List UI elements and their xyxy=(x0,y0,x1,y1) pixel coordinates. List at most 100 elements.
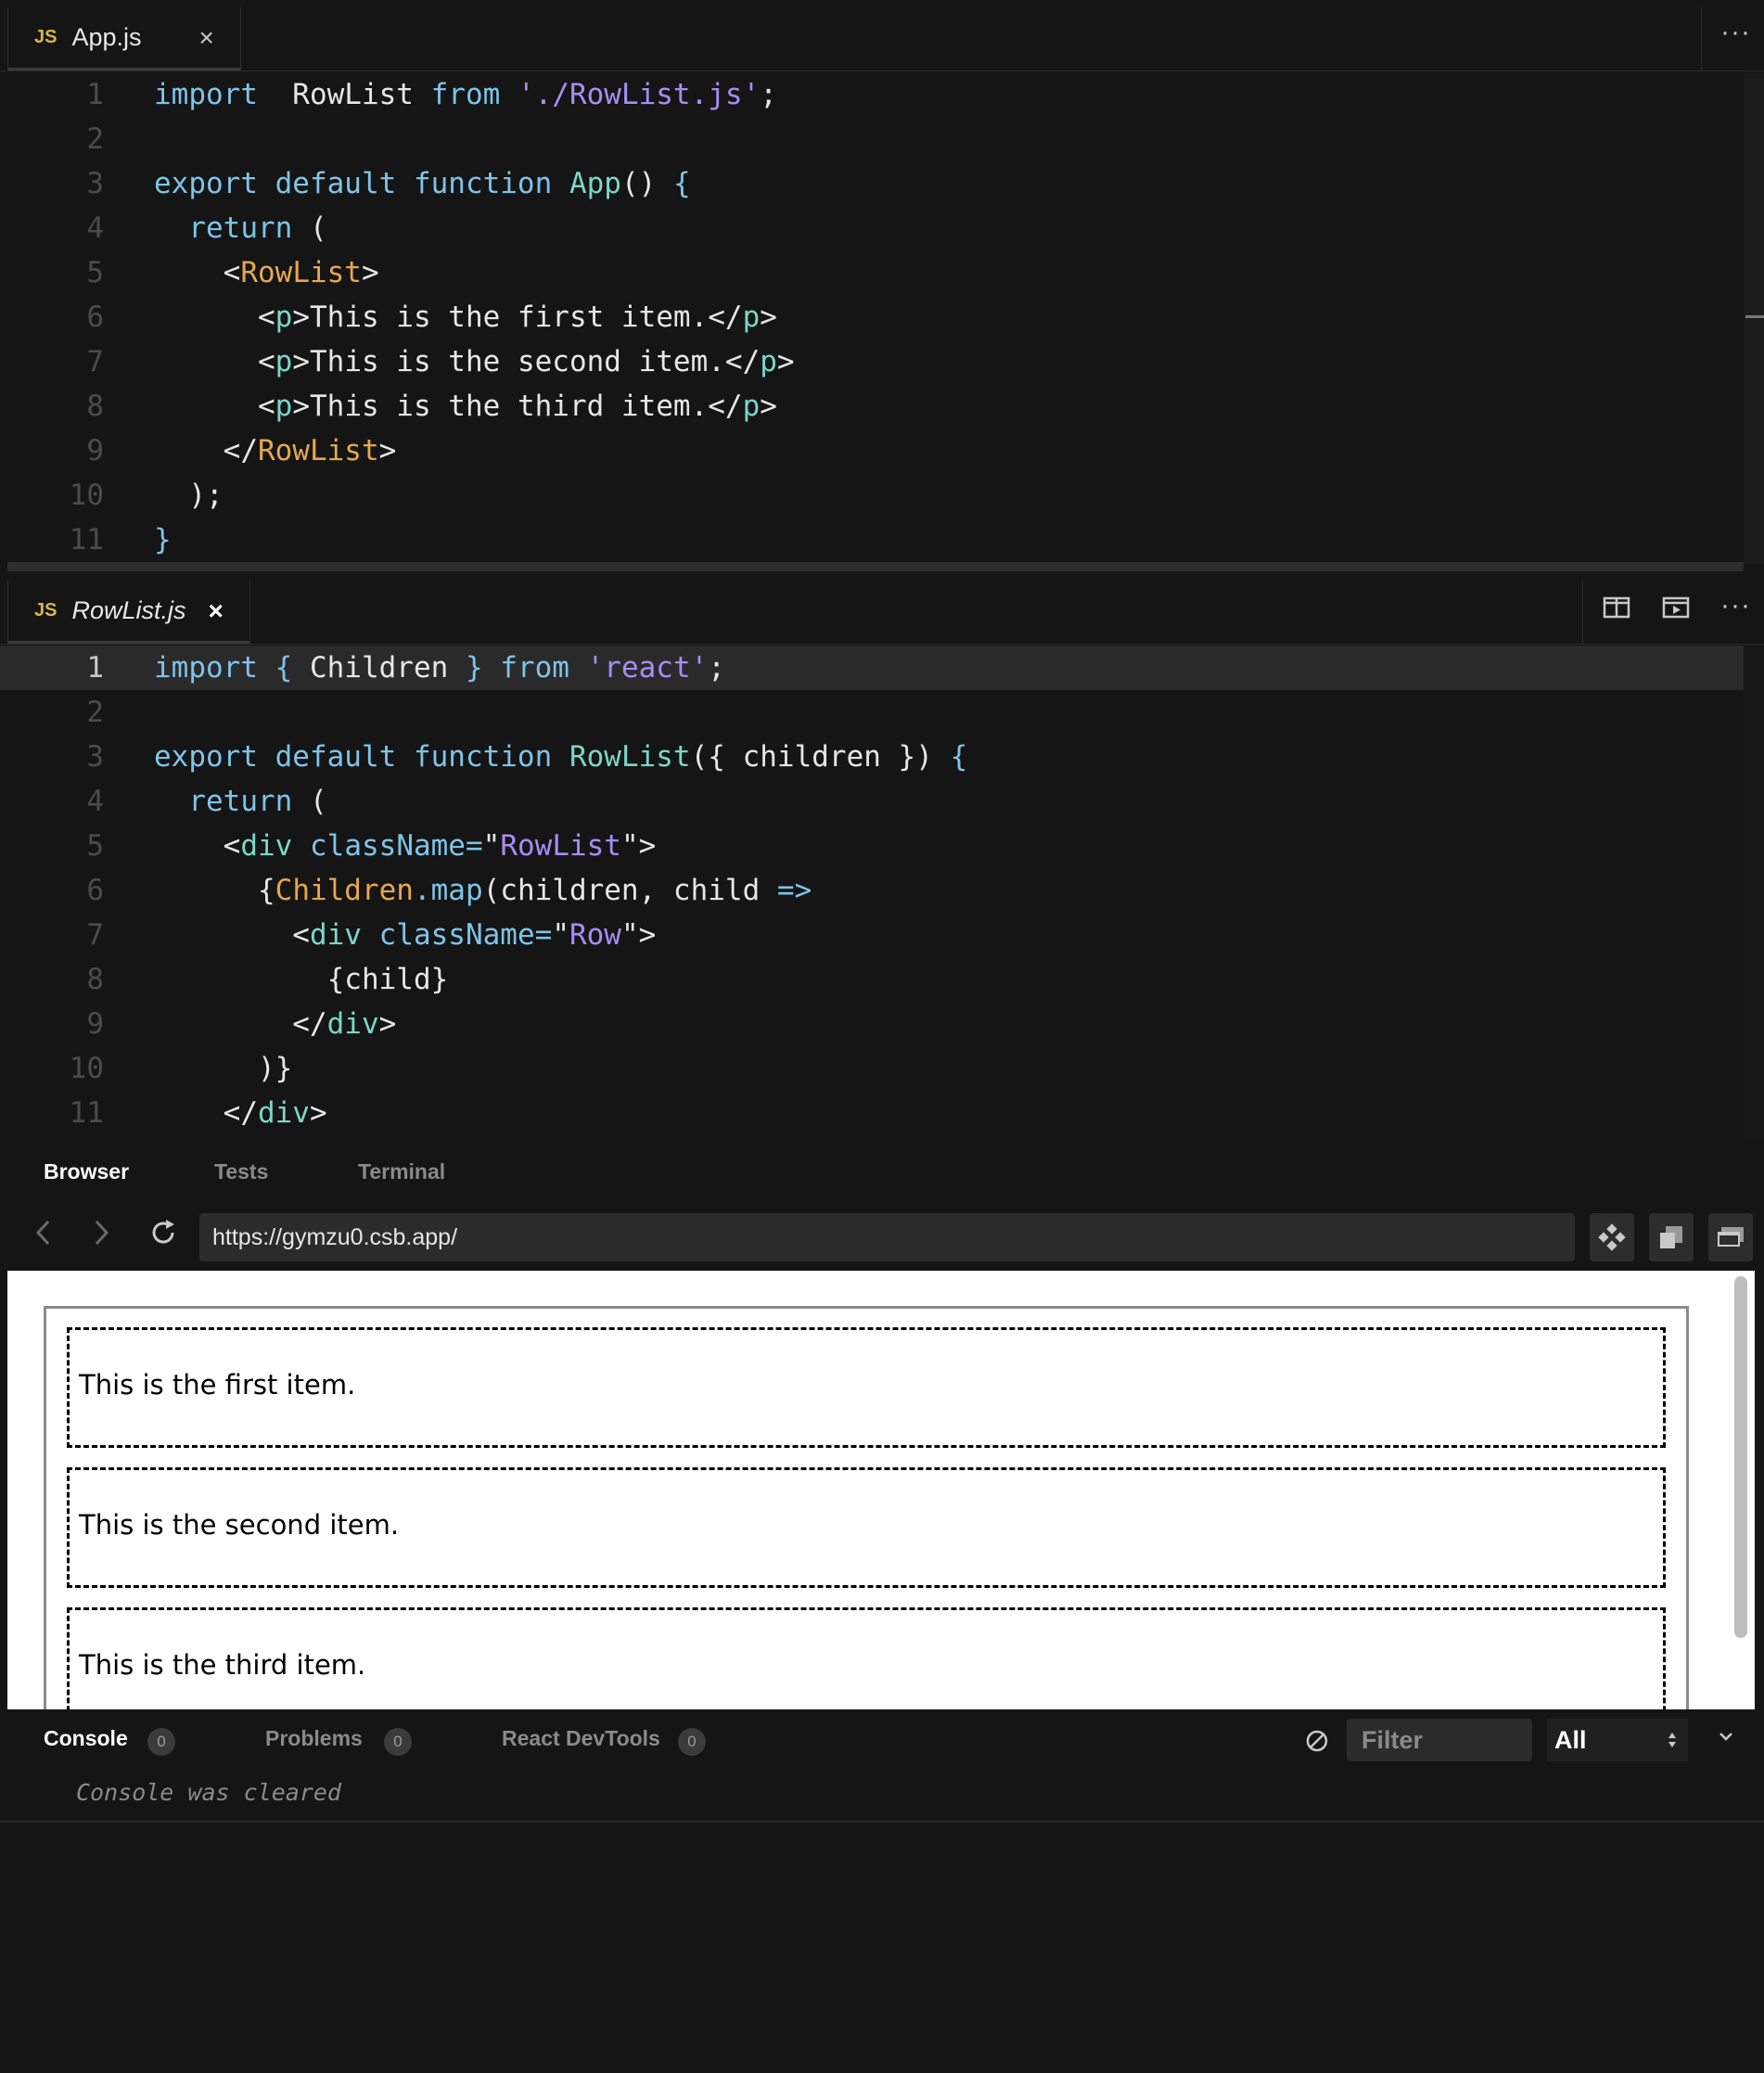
url-input[interactable]: https://gymzu0.csb.app/ xyxy=(199,1213,1575,1261)
line-text: export default function RowList({ childr… xyxy=(154,740,968,774)
tab-browser[interactable]: Browser xyxy=(44,1159,129,1184)
code-line[interactable]: 11 </div> xyxy=(0,1091,1744,1135)
code-line[interactable]: 11} xyxy=(0,518,1744,562)
rowlist-container: This is the first item. This is the seco… xyxy=(44,1306,1689,1709)
divider xyxy=(0,1821,1764,1823)
code-line[interactable]: 7 <p>This is the second item.</p> xyxy=(0,339,1744,384)
devtools-count-badge: 0 xyxy=(678,1728,706,1756)
line-number: 1 xyxy=(86,651,104,685)
line-text: <div className="Row"> xyxy=(154,918,657,952)
line-text: <p>This is the second item.</p> xyxy=(154,345,795,378)
tab-terminal[interactable]: Terminal xyxy=(358,1159,445,1184)
code-editor[interactable]: 1 import RowList from './RowList.js'; 2 3 ex… xyxy=(0,72,1744,564)
forward-icon[interactable] xyxy=(93,1217,111,1257)
line-text: import { Children } from 'react'; xyxy=(154,651,725,685)
code-line[interactable]: 6 {Children.map(children, child => xyxy=(0,868,1744,913)
code-line[interactable]: 2 xyxy=(0,117,1744,161)
chevron-down-icon[interactable] xyxy=(1718,1730,1734,1747)
code-line[interactable]: 8 {child} xyxy=(0,957,1744,1002)
back-icon[interactable] xyxy=(33,1217,52,1257)
filter-input[interactable]: Filter xyxy=(1347,1719,1532,1761)
browser-viewport[interactable]: This is the first item. This is the seco… xyxy=(7,1271,1755,1709)
line-number: 10 xyxy=(69,1052,104,1085)
code-line[interactable]: 5 <div className="RowList"> xyxy=(0,824,1744,868)
preview-tabs: Browser Tests Terminal xyxy=(0,1139,1764,1204)
row-text: This is the third item. xyxy=(79,1649,366,1681)
tab-label: App.js xyxy=(71,23,142,51)
more-icon[interactable]: ··· xyxy=(1720,17,1751,48)
refresh-icon[interactable] xyxy=(148,1217,178,1257)
console-message: Console was cleared xyxy=(76,1779,341,1806)
line-number: 9 xyxy=(86,1007,104,1041)
viewport-scrollbar[interactable] xyxy=(1734,1276,1747,1638)
tab-react-devtools[interactable]: React DevTools xyxy=(502,1726,660,1751)
problems-count-badge: 0 xyxy=(384,1728,412,1756)
tab-label: RowList.js xyxy=(71,596,186,624)
code-line[interactable]: 9 </div> xyxy=(0,1002,1744,1046)
row-item: This is the second item. xyxy=(67,1467,1666,1588)
select-arrows-icon xyxy=(1668,1733,1676,1747)
open-new-window-icon[interactable] xyxy=(1649,1213,1694,1261)
code-line[interactable]: 1 import RowList from './RowList.js'; xyxy=(0,72,1744,117)
line-number: 2 xyxy=(86,122,104,156)
tab-rowlist-js[interactable]: JS RowList.js × xyxy=(7,581,250,644)
editor-rowlist-js: JS RowList.js × ··· 1 import { Children }… xyxy=(0,573,1764,1139)
code-line[interactable]: 3 export default function App() { xyxy=(0,161,1744,206)
code-line[interactable]: 6 <p>This is the first item.</p> xyxy=(0,295,1744,339)
console-count-badge: 0 xyxy=(147,1728,175,1756)
line-number: 4 xyxy=(86,211,104,245)
editor-tabbar: JS App.js × ··· xyxy=(0,0,1764,71)
line-number: 3 xyxy=(86,740,104,774)
code-line[interactable]: 10 ); xyxy=(0,473,1744,518)
line-number: 5 xyxy=(86,256,104,289)
horizontal-scrollbar[interactable] xyxy=(7,562,1744,571)
line-number: 3 xyxy=(86,167,104,200)
line-number: 5 xyxy=(86,829,104,863)
line-number: 10 xyxy=(69,479,104,512)
split-editor-icon[interactable] xyxy=(1603,595,1630,627)
toggle-devtools-icon[interactable] xyxy=(1708,1213,1753,1261)
code-line[interactable]: 2 xyxy=(0,690,1744,735)
code-line[interactable]: 7 <div className="Row"> xyxy=(0,913,1744,957)
code-line[interactable]: 1 import { Children } from 'react'; xyxy=(0,646,1744,690)
code-line[interactable]: 3 export default function RowList({ child… xyxy=(0,735,1744,779)
line-number: 11 xyxy=(69,523,104,557)
log-level-value: All xyxy=(1554,1726,1587,1754)
vertical-scrollbar[interactable] xyxy=(1744,646,1764,1137)
line-text: </div> xyxy=(154,1007,397,1041)
log-level-select[interactable]: All xyxy=(1547,1719,1688,1761)
line-number: 7 xyxy=(86,918,104,952)
line-text: export default function App() { xyxy=(154,167,691,200)
editor-app-js: JS App.js × ··· 1 import RowList from './… xyxy=(0,0,1764,573)
line-text: {Children.map(children, child => xyxy=(154,874,812,907)
vertical-scrollbar[interactable] xyxy=(1744,72,1764,564)
codesandbox-icon[interactable] xyxy=(1590,1213,1634,1261)
console-tabs: Console 0 Problems 0 React DevTools 0 Fi… xyxy=(0,1709,1764,1770)
js-file-icon: JS xyxy=(34,600,58,621)
tab-tests[interactable]: Tests xyxy=(214,1159,268,1184)
line-text: <div className="RowList"> xyxy=(154,829,657,863)
line-text: </div> xyxy=(154,1096,327,1130)
code-line[interactable]: 9 </RowList> xyxy=(0,429,1744,473)
js-file-icon: JS xyxy=(34,27,58,47)
line-number: 11 xyxy=(69,1096,104,1130)
code-line[interactable]: 4 return ( xyxy=(0,206,1744,250)
clear-console-icon[interactable] xyxy=(1304,1728,1330,1759)
close-icon[interactable]: × xyxy=(199,23,214,53)
code-editor[interactable]: 1 import { Children } from 'react'; 2 3 expo… xyxy=(0,646,1744,1137)
line-number: 2 xyxy=(86,696,104,729)
tab-app-js[interactable]: JS App.js × xyxy=(7,7,241,70)
browser-navbar: https://gymzu0.csb.app/ xyxy=(0,1204,1764,1271)
close-icon[interactable]: × xyxy=(209,596,224,626)
line-text: return ( xyxy=(188,211,327,245)
tab-console[interactable]: Console xyxy=(44,1726,128,1751)
tab-problems[interactable]: Problems xyxy=(265,1726,363,1751)
row-text: This is the first item. xyxy=(79,1369,356,1401)
open-preview-icon[interactable] xyxy=(1662,595,1690,627)
line-text: <RowList> xyxy=(154,256,379,289)
code-line[interactable]: 4 return ( xyxy=(0,779,1744,824)
code-line[interactable]: 10 )} xyxy=(0,1046,1744,1091)
code-line[interactable]: 8 <p>This is the third item.</p> xyxy=(0,384,1744,429)
code-line[interactable]: 5 <RowList> xyxy=(0,250,1744,295)
more-icon[interactable]: ··· xyxy=(1720,590,1751,621)
